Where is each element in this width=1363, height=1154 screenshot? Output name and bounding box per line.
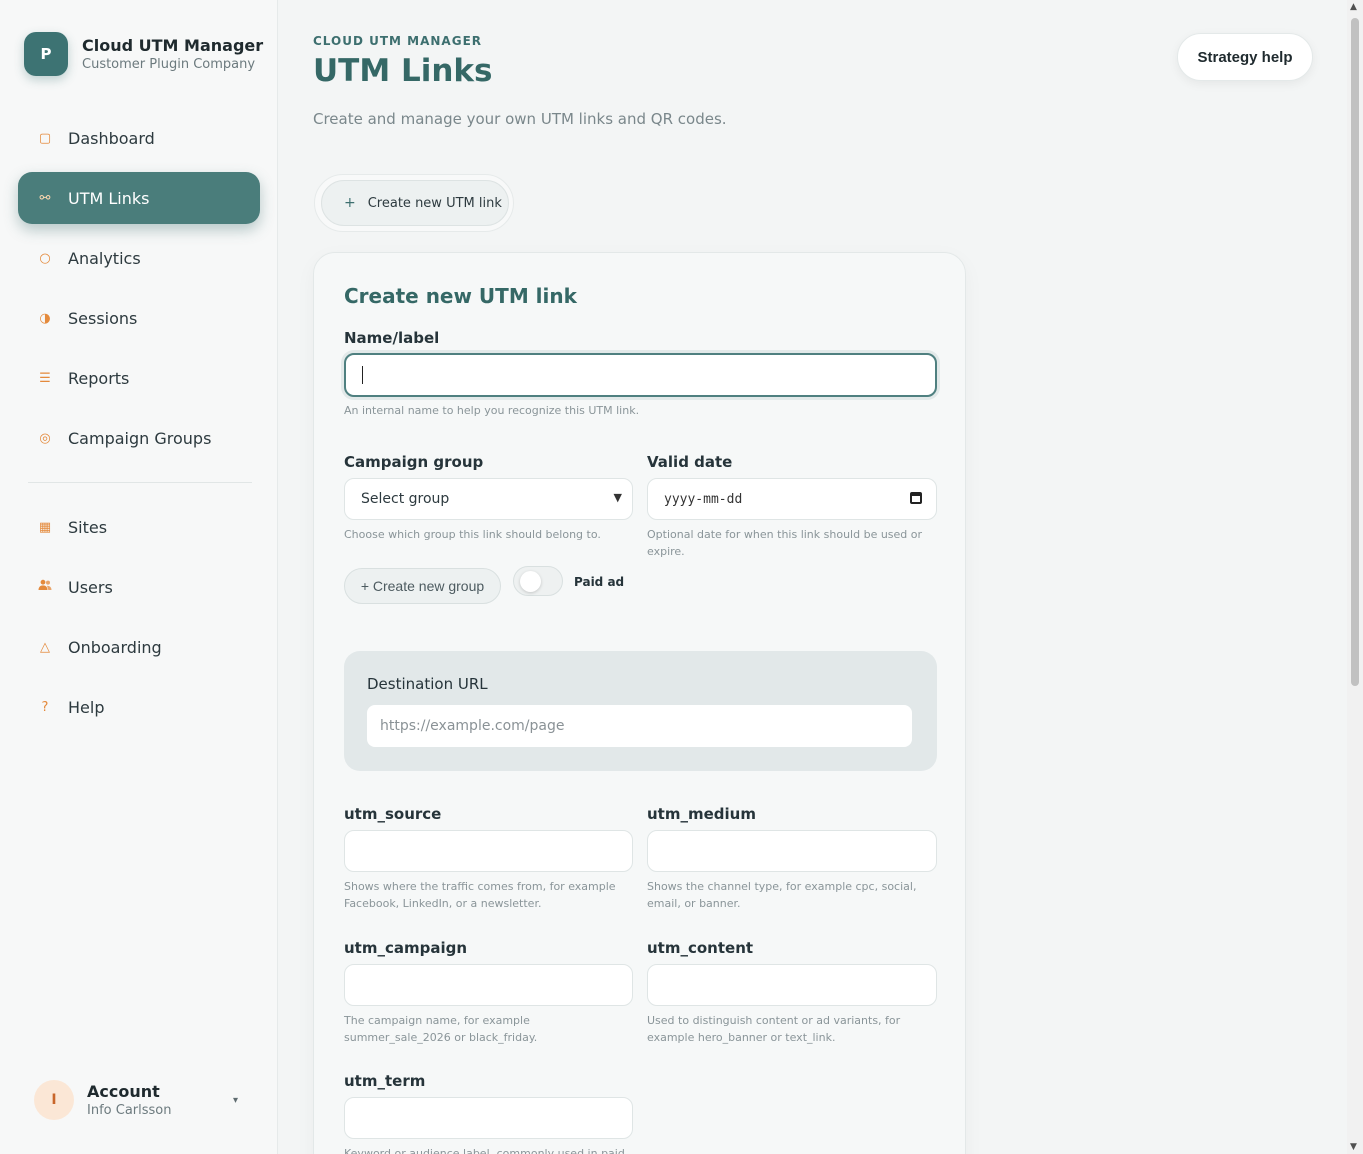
page-title: UTM Links [313, 53, 493, 89]
utm-campaign-input[interactable] [344, 964, 633, 1006]
brand-logo: P [24, 32, 68, 76]
campaign-group-selected: Select group [361, 491, 450, 507]
paid-ad-toggle[interactable] [513, 566, 563, 596]
destination-url-panel: Destination URL https://example.com/page [344, 651, 937, 771]
create-new-group-button[interactable]: + Create new group [344, 568, 501, 604]
valid-date-input[interactable]: yyyy-mm-dd [647, 478, 937, 520]
create-button-label: Create new UTM link [367, 195, 502, 211]
sidebar-item-label: Help [68, 697, 105, 717]
sidebar-item-label: Analytics [68, 248, 141, 268]
utm-term-hint: Keyword or audience label, commonly used… [344, 1147, 625, 1154]
account-menu[interactable]: I Account Info Carlsson ▾ [34, 1080, 244, 1120]
grid-icon: ▦ [38, 519, 52, 535]
page-description: Create and manage your own UTM links and… [313, 110, 727, 128]
sidebar-item-dashboard[interactable]: ▢ Dashboard [18, 112, 260, 164]
sidebar-item-label: Reports [68, 368, 130, 388]
sidebar-item-label: UTM Links [68, 188, 150, 208]
circle-outline-icon: ○ [39, 250, 51, 266]
utm-content-input[interactable] [647, 964, 937, 1006]
sidebar-item-label: Sessions [68, 308, 138, 328]
scroll-up-icon[interactable]: ▲ [1350, 2, 1357, 12]
sidebar-item-reports[interactable]: ☰ Reports [18, 352, 260, 404]
account-title: Account [87, 1082, 160, 1101]
chevron-down-icon[interactable]: ▾ [233, 1095, 238, 1106]
utm-medium-input[interactable] [647, 830, 937, 872]
destination-url-input[interactable]: https://example.com/page [367, 705, 912, 747]
sidebar-item-sites[interactable]: ▦ Sites [18, 501, 260, 553]
chevron-down-icon: ▼ [613, 491, 622, 504]
create-utm-form: Create new UTM link Name/label An intern… [313, 252, 966, 1154]
name-label: Name/label [344, 329, 440, 347]
utm-source-input[interactable] [344, 830, 633, 872]
sidebar-item-label: Users [68, 577, 113, 597]
scroll-thumb[interactable] [1351, 18, 1359, 686]
sidebar-item-help[interactable]: ? Help [18, 681, 260, 733]
scroll-down-icon[interactable]: ▼ [1350, 1142, 1357, 1152]
valid-date-hint: Optional date for when this link should … [647, 528, 923, 558]
campaign-group-select[interactable]: Select group ▼ [344, 478, 633, 520]
name-hint: An internal name to help you recognize t… [344, 404, 640, 417]
sidebar-item-campaign-groups[interactable]: ◎ Campaign Groups [18, 412, 260, 464]
sidebar-item-label: Onboarding [68, 637, 162, 657]
page-scrollbar[interactable]: ▲ ▼ [1347, 0, 1363, 1154]
sidebar-item-label: Dashboard [68, 128, 155, 148]
sidebar-item-users[interactable]: Users [18, 561, 260, 613]
sidebar: P Cloud UTM Manager Customer Plugin Comp… [0, 0, 278, 1154]
list-icon: ☰ [39, 370, 51, 386]
users-icon [38, 579, 52, 595]
campaign-group-hint: Choose which group this link should belo… [344, 528, 601, 541]
create-link-toggle-wrap: + Create new UTM link [314, 174, 514, 232]
brand-title: Cloud UTM Manager [82, 36, 264, 55]
name-input[interactable] [344, 353, 937, 397]
valid-date-label: Valid date [647, 453, 733, 471]
campaign-group-label: Campaign group [344, 453, 484, 471]
question-icon: ? [41, 699, 49, 715]
strategy-help-button[interactable]: Strategy help [1177, 33, 1313, 81]
toggle-knob [520, 571, 541, 592]
triangle-icon: △ [40, 639, 50, 655]
calendar-icon[interactable] [910, 492, 922, 504]
utm-campaign-label: utm_campaign [344, 939, 468, 957]
utm-source-label: utm_source [344, 805, 442, 823]
sidebar-item-analytics[interactable]: ○ Analytics [18, 232, 260, 284]
sidebar-item-onboarding[interactable]: △ Onboarding [18, 621, 260, 673]
text-cursor [362, 366, 363, 384]
sidebar-item-sessions[interactable]: ◑ Sessions [18, 292, 260, 344]
create-new-utm-link-button[interactable]: + Create new UTM link [321, 180, 509, 226]
destination-url-placeholder: https://example.com/page [380, 718, 565, 734]
utm-medium-hint: Shows the channel type, for example cpc,… [647, 880, 917, 910]
sidebar-item-label: Campaign Groups [68, 428, 212, 448]
utm-content-label: utm_content [647, 939, 754, 957]
square-outline-icon: ▢ [38, 130, 52, 146]
nav-divider [28, 482, 252, 483]
utm-term-input[interactable] [344, 1097, 633, 1139]
utm-campaign-hint: The campaign name, for example summer_sa… [344, 1014, 538, 1044]
brand-subtitle: Customer Plugin Company [82, 57, 256, 72]
account-subtitle: Info Carlsson [87, 1103, 172, 1118]
form-title: Create new UTM link [344, 284, 577, 308]
sidebar-nav: ▢ Dashboard ⚯ UTM Links ○ Analytics ◑ Se… [18, 112, 260, 741]
brand[interactable]: P Cloud UTM Manager Customer Plugin Comp… [24, 32, 263, 76]
plus-icon: + [344, 195, 356, 211]
paid-ad-label: Paid ad [574, 575, 625, 589]
sidebar-item-utm-links[interactable]: ⚯ UTM Links [18, 172, 260, 224]
page-eyebrow: CLOUD UTM MANAGER [313, 34, 483, 48]
sidebar-item-label: Sites [68, 517, 108, 537]
link-icon: ⚯ [39, 190, 51, 206]
destination-url-label: Destination URL [367, 675, 488, 693]
utm-term-label: utm_term [344, 1072, 426, 1090]
utm-source-hint: Shows where the traffic comes from, for … [344, 880, 616, 910]
utm-medium-label: utm_medium [647, 805, 756, 823]
utm-content-hint: Used to distinguish content or ad varian… [647, 1014, 901, 1044]
avatar: I [34, 1080, 74, 1120]
valid-date-placeholder: yyyy-mm-dd [664, 491, 743, 507]
target-icon: ◎ [39, 430, 51, 446]
half-circle-icon: ◑ [39, 310, 51, 326]
